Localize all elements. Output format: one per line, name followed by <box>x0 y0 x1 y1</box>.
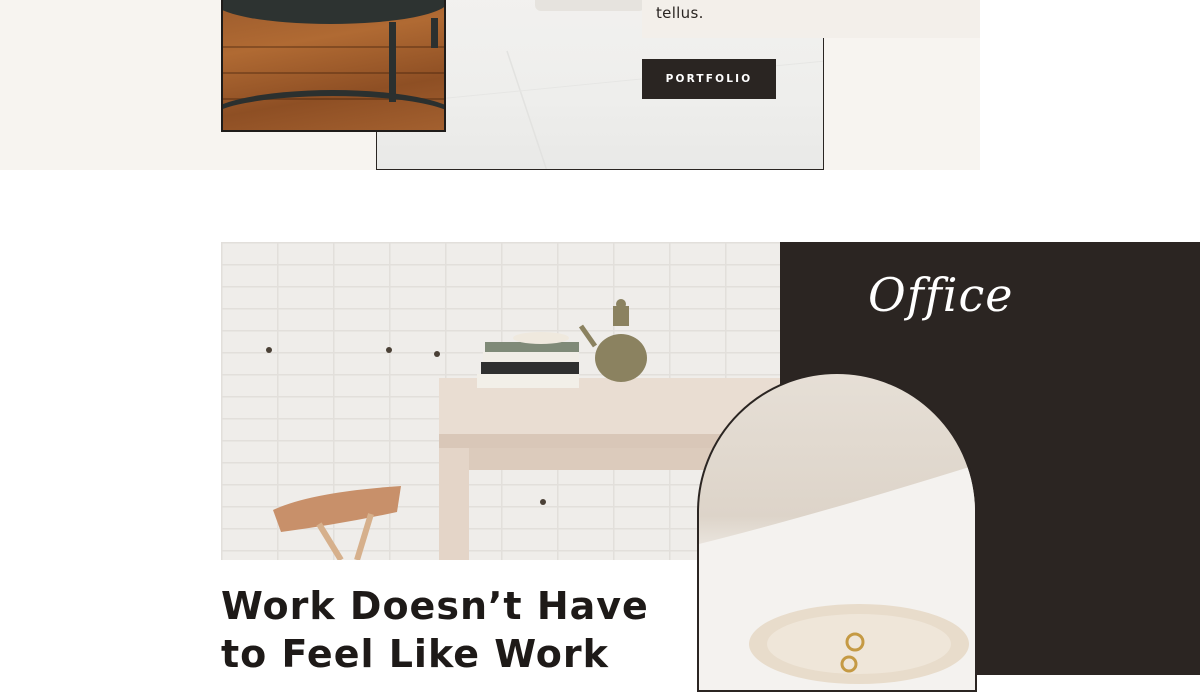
table-leg <box>389 22 396 102</box>
office-script-title: Office <box>868 268 1014 322</box>
quote-text: tellus. <box>656 4 704 22</box>
tabletop <box>223 0 444 24</box>
arch-detail-photo <box>697 372 977 692</box>
floor-board <box>223 72 444 74</box>
floor-board <box>223 46 444 48</box>
jewelry-dish-scene <box>699 465 975 690</box>
coffee-table-photo <box>221 0 446 132</box>
table-base-ring <box>223 90 444 130</box>
office-heading: Work Doesn’t Have to Feel Like Work <box>221 582 691 678</box>
portfolio-button[interactable]: PORTFOLIO <box>642 59 776 99</box>
top-section-right-spacer <box>980 0 1200 170</box>
office-heading-line2: to Feel Like Work <box>221 632 609 676</box>
office-heading-line1: Work Doesn’t Have <box>221 584 649 628</box>
table-leg <box>431 18 438 48</box>
